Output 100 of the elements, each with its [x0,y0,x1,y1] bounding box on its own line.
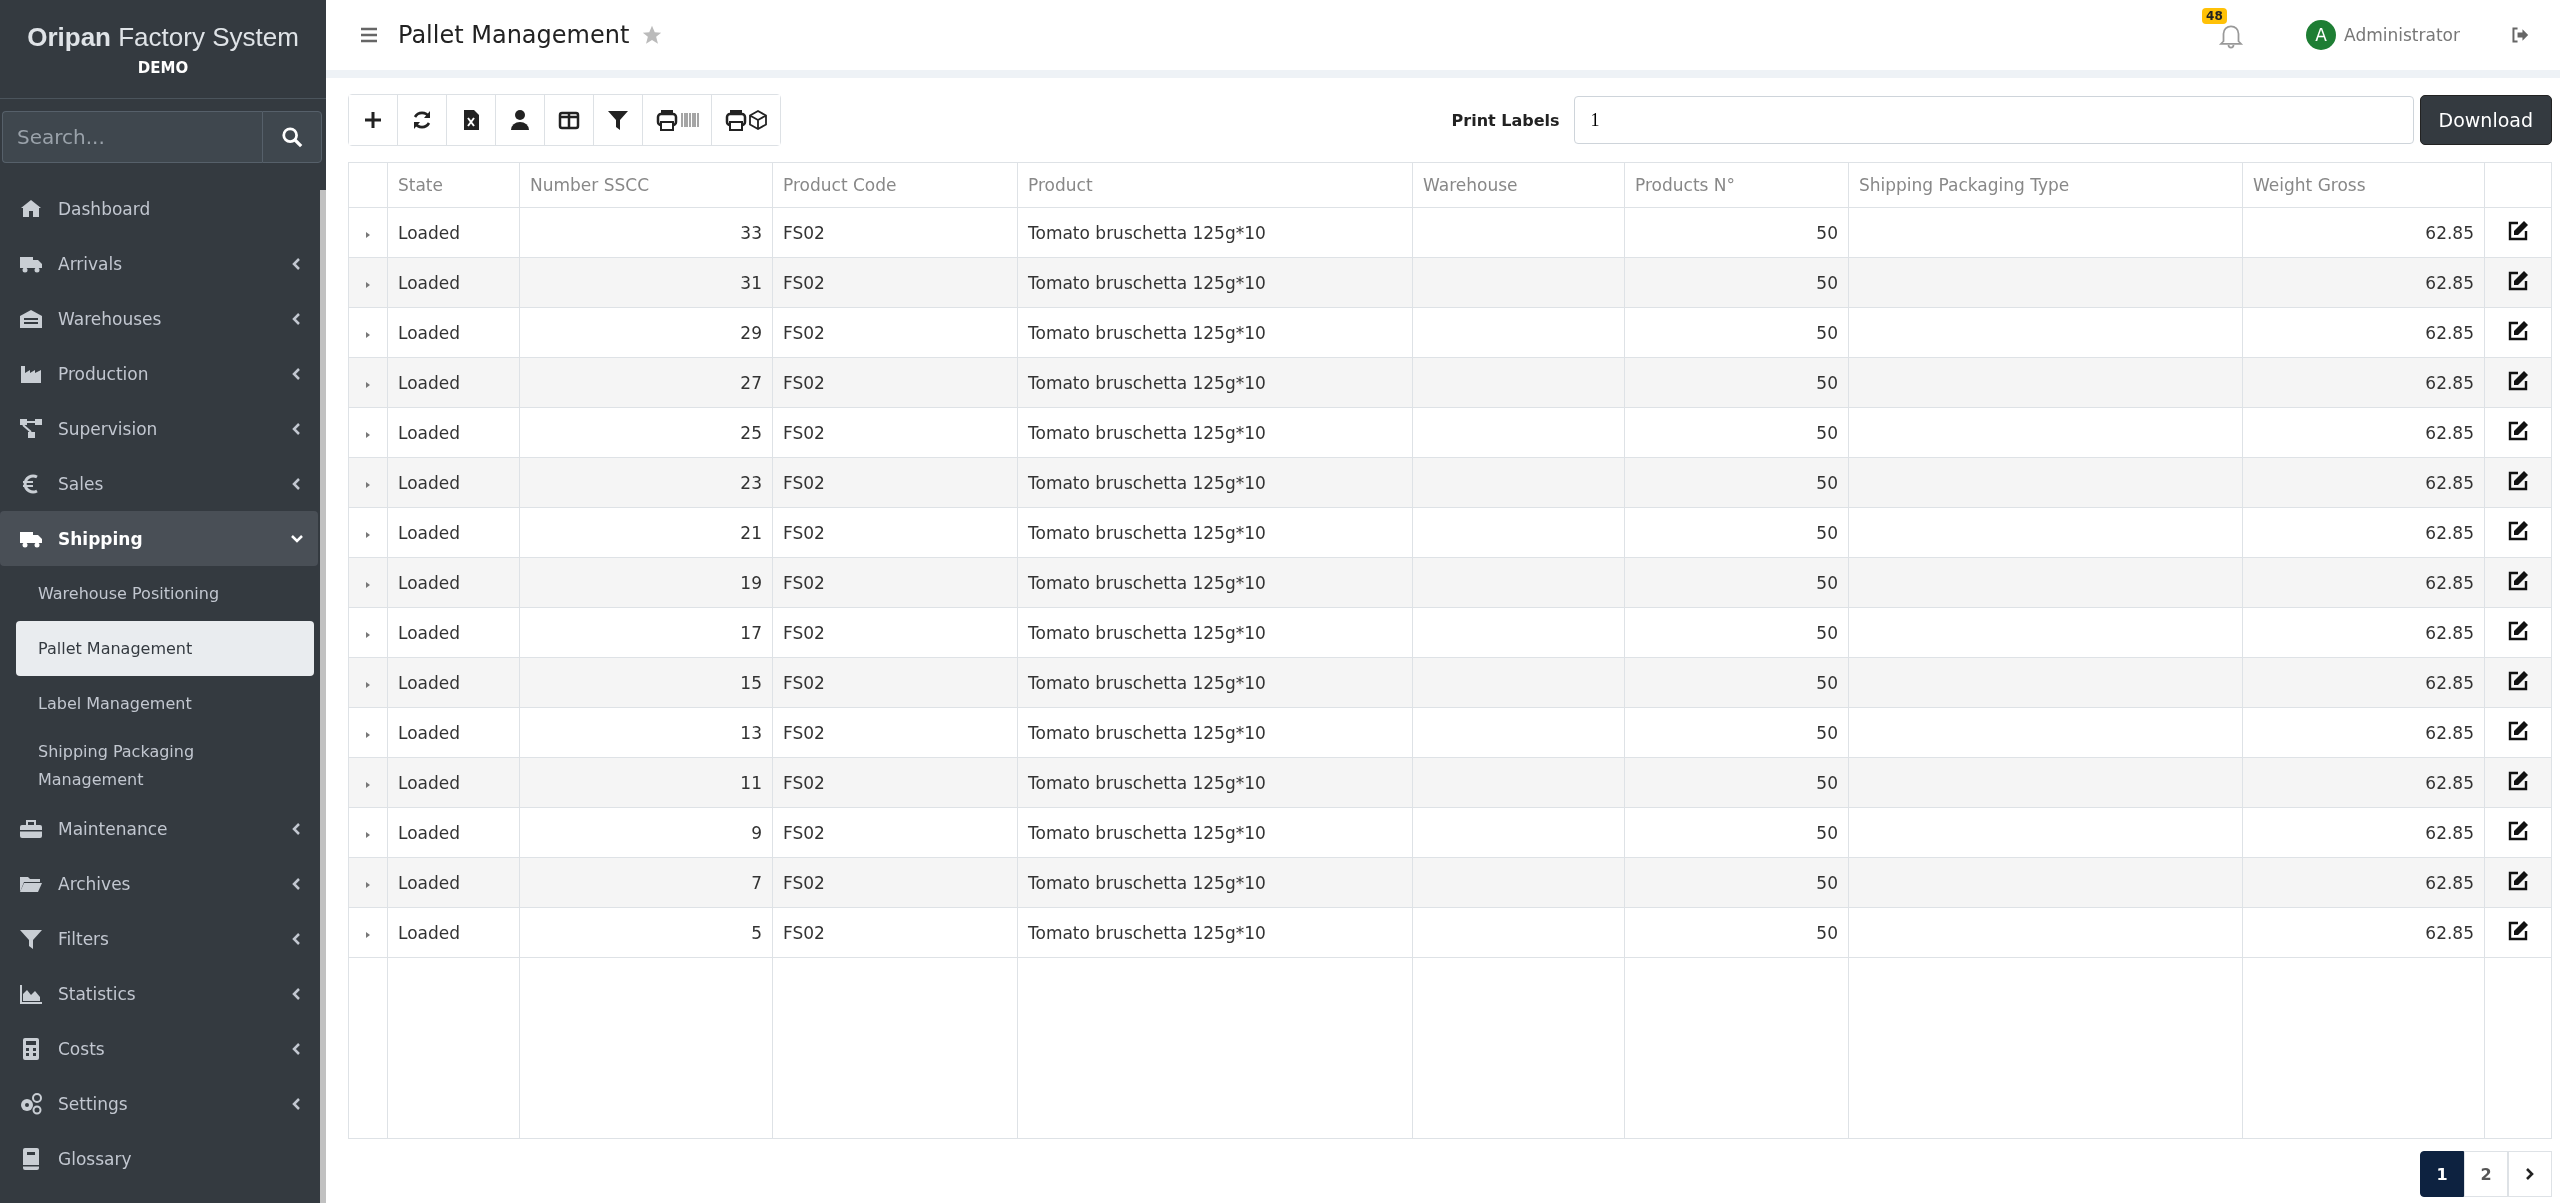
table-cell: 50 [1816,872,1838,893]
sidebar-item[interactable]: Statistics [0,966,318,1021]
edit-icon[interactable] [2506,918,2530,943]
table-cell: Loaded [398,572,461,593]
edit-icon[interactable] [2506,418,2530,443]
table-cell: Tomato bruschetta 125g*10 [1028,922,1266,943]
edit-icon[interactable] [2506,668,2530,693]
table-cell: 50 [1816,372,1838,393]
expand-caret-icon[interactable] [364,330,372,339]
table-cell: 50 [1816,922,1838,943]
column-header[interactable]: Product Code [772,162,1018,208]
table-cell: 50 [1816,722,1838,743]
expand-caret-icon[interactable] [364,430,372,439]
sidebar-item[interactable]: Maintenance [0,801,318,856]
download-button[interactable]: Download [2419,95,2552,145]
toolbar-button[interactable] [349,95,398,145]
column-header[interactable]: Shipping Packaging Type [1848,162,2243,208]
sidebar-item[interactable]: Shipping [0,511,318,566]
logout-icon[interactable] [2510,26,2530,44]
expand-caret-icon[interactable] [364,230,372,239]
sidebar-item[interactable]: Arrivals [0,236,318,291]
edit-icon[interactable] [2506,368,2530,393]
filter-icon [606,108,630,132]
user-avatar[interactable]: A [2306,20,2337,50]
notification-badge: 48 [2202,8,2227,24]
column-header[interactable]: Product [1017,162,1413,208]
table-cell: 62.85 [2425,922,2474,943]
edit-icon[interactable] [2506,768,2530,793]
menu-icon[interactable] [360,27,378,43]
edit-icon[interactable] [2506,468,2530,493]
scrollbar[interactable] [320,190,326,1203]
table-cell: Loaded [398,422,461,443]
table-cell: Tomato bruschetta 125g*10 [1028,522,1266,543]
expand-caret-icon[interactable] [364,730,372,739]
column-header[interactable]: Number SSCC [519,162,773,208]
table-cell: Tomato bruschetta 125g*10 [1028,622,1266,643]
expand-caret-icon[interactable] [364,630,372,639]
table-cell: FS02 [783,522,825,543]
expand-caret-icon[interactable] [364,280,372,289]
sidebar-subitem[interactable]: Label Management [16,676,314,731]
column-header[interactable]: Products N° [1624,162,1849,208]
table-cell: 50 [1816,622,1838,643]
sidebar-item[interactable]: Dashboard [0,181,318,236]
table-cell: 50 [1816,222,1838,243]
column-header[interactable]: Weight Gross [2242,162,2485,208]
table-cell: 33 [740,222,762,243]
table-cell: 62.85 [2425,772,2474,793]
table-cell: Tomato bruschetta 125g*10 [1028,422,1266,443]
edit-icon[interactable] [2506,818,2530,843]
edit-icon[interactable] [2506,218,2530,243]
table-cell: 62.85 [2425,822,2474,843]
sidebar-item[interactable]: Costs [0,1021,318,1076]
edit-icon[interactable] [2506,718,2530,743]
edit-icon[interactable] [2506,518,2530,543]
table-cell: 62.85 [2425,872,2474,893]
sidebar-subitem[interactable]: Shipping Packaging Management [16,731,314,801]
edit-icon[interactable] [2506,868,2530,893]
gears-icon [18,1091,44,1116]
sidebar-subitem[interactable]: Warehouse Positioning [16,566,314,621]
table-cell: 62.85 [2425,272,2474,293]
column-header[interactable]: State [387,162,520,208]
expand-caret-icon[interactable] [364,680,372,689]
edit-icon[interactable] [2506,568,2530,593]
page-button[interactable]: 2 [2464,1151,2508,1197]
expand-caret-icon[interactable] [364,480,372,489]
expand-caret-icon[interactable] [364,380,372,389]
sidebar-item[interactable]: Settings [0,1076,318,1131]
edit-icon[interactable] [2506,318,2530,343]
user-name[interactable]: Administrator [2344,25,2460,45]
sidebar-item[interactable]: Supervision [0,401,318,456]
expand-caret-icon[interactable] [364,530,372,539]
expand-caret-icon[interactable] [364,780,372,789]
column-header[interactable]: Warehouse [1412,162,1625,208]
expand-caret-icon[interactable] [364,580,372,589]
sidebar-item[interactable]: Glossary [0,1131,318,1186]
expand-caret-icon[interactable] [364,880,372,889]
table-cell: 62.85 [2425,472,2474,493]
table-cell: Tomato bruschetta 125g*10 [1028,672,1266,693]
sidebar-item[interactable]: Sales [0,456,318,511]
sidebar-subitem[interactable]: Pallet Management [16,621,314,676]
search-button[interactable] [262,111,322,163]
expand-caret-icon[interactable] [364,830,372,839]
edit-icon[interactable] [2506,618,2530,643]
print-labels-field[interactable]: 1 [1573,96,2414,144]
table-cell: 50 [1816,672,1838,693]
sidebar-item[interactable]: Filters [0,911,318,966]
table-cell: 13 [740,722,762,743]
printer-cube-icon [724,108,768,132]
sidebar-item[interactable]: Archives [0,856,318,911]
page-button[interactable]: 1 [2420,1151,2464,1197]
sidebar-item[interactable]: Warehouses [0,291,318,346]
table-cell: Loaded [398,872,461,893]
table-cell: 31 [740,272,762,293]
print-labels-label: Print Labels [1451,110,1560,130]
edit-icon[interactable] [2506,268,2530,293]
expand-caret-icon[interactable] [364,930,372,939]
table-cell: 11 [740,772,762,793]
search-field[interactable]: Search... [2,111,262,163]
sidebar-item[interactable]: Production [0,346,318,401]
table-cell: FS02 [783,572,825,593]
